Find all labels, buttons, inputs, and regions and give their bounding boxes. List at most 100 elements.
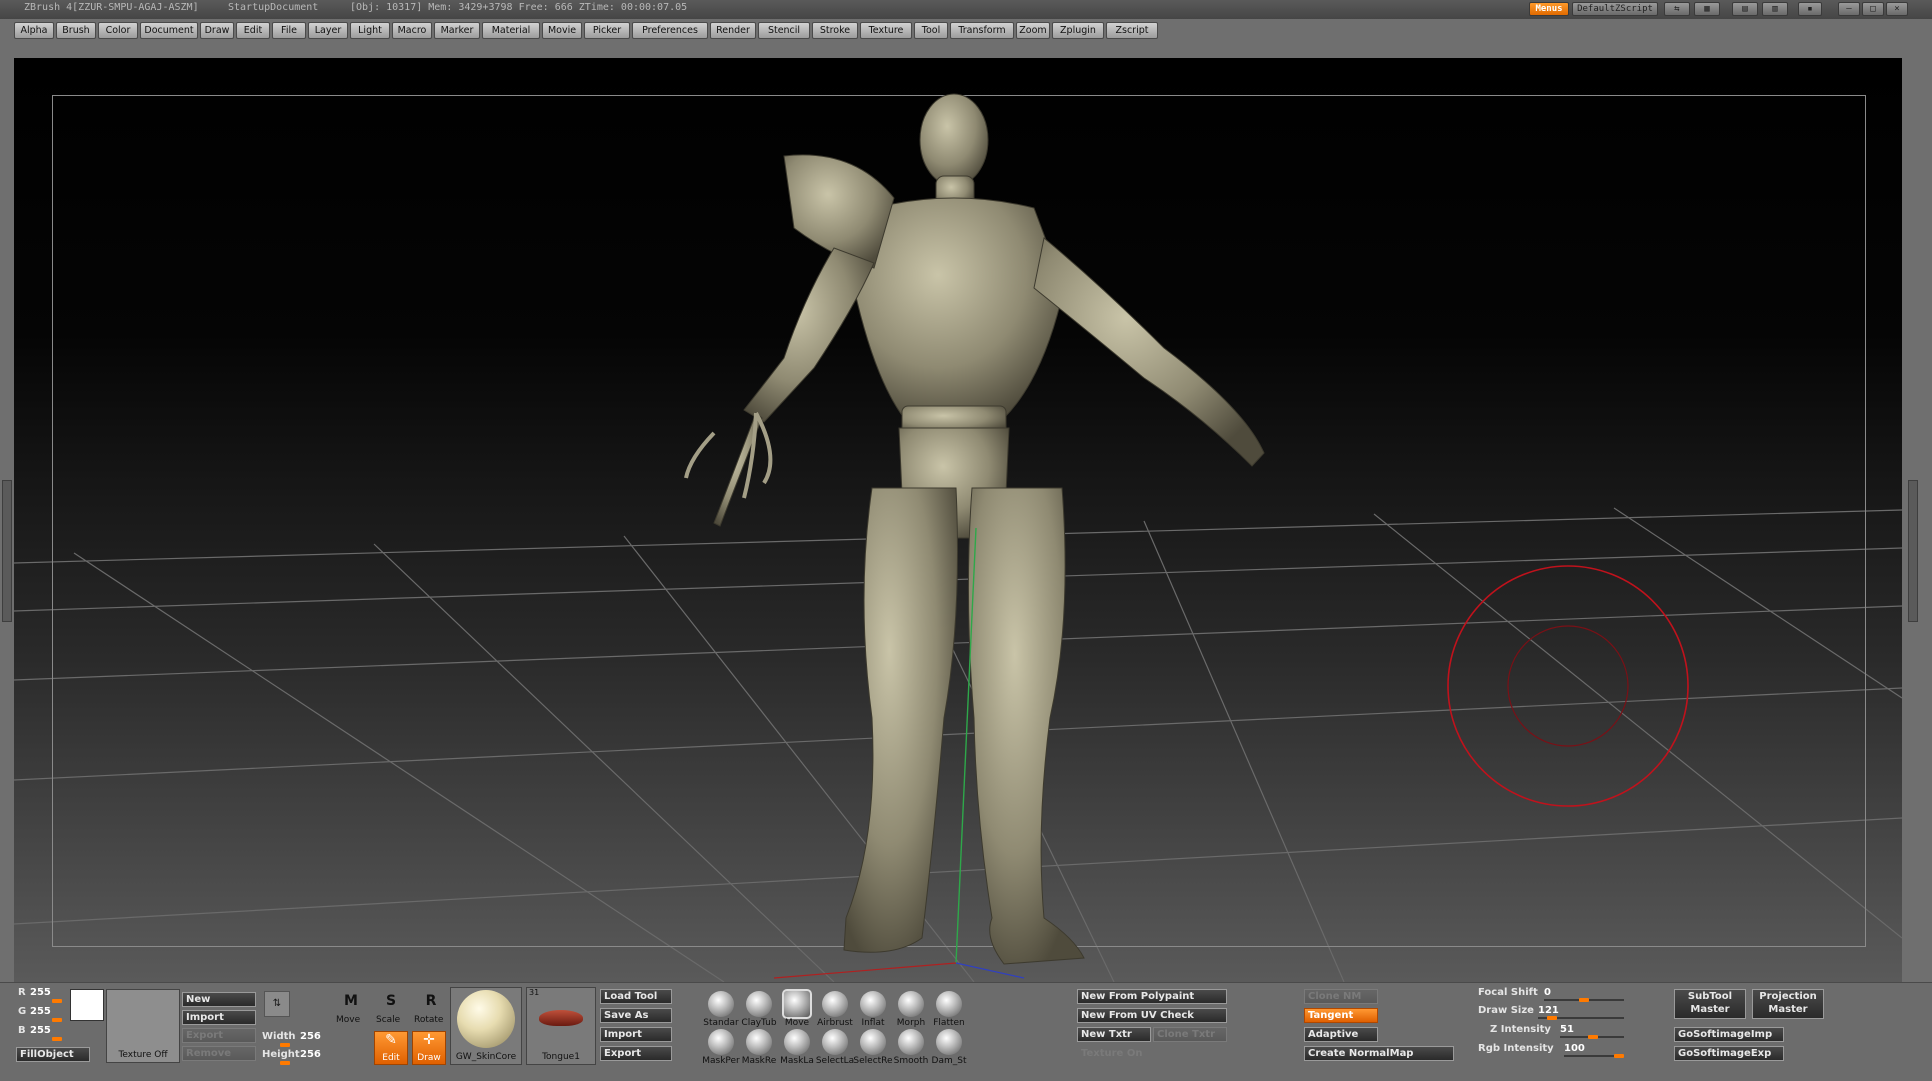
texture-on-button[interactable]: Texture On: [1077, 1046, 1151, 1061]
brush-selectla-icon[interactable]: [822, 1029, 848, 1055]
left-tray-handle[interactable]: [2, 480, 12, 622]
brush-maskre-icon[interactable]: [746, 1029, 772, 1055]
height-value[interactable]: 256: [300, 1049, 321, 1060]
r-value[interactable]: 255: [30, 987, 51, 998]
brush-morph-icon[interactable]: [898, 991, 924, 1017]
fill-object-button[interactable]: FillObject: [16, 1047, 90, 1062]
gosoftimage-exp-button[interactable]: GoSoftimageExp: [1674, 1046, 1784, 1061]
close-icon[interactable]: ×: [1886, 2, 1908, 16]
menu-preferences[interactable]: Preferences: [632, 22, 708, 39]
menu-brush[interactable]: Brush: [56, 22, 96, 39]
height-slider[interactable]: [280, 1061, 290, 1065]
tool-slot[interactable]: 31 Tongue1: [526, 987, 596, 1065]
rgb-intensity-slider[interactable]: [1614, 1054, 1624, 1058]
right-tray-handle[interactable]: [1908, 480, 1918, 622]
width-value[interactable]: 256: [300, 1031, 321, 1042]
menu-marker[interactable]: Marker: [434, 22, 480, 39]
tangent-toggle[interactable]: Tangent: [1304, 1008, 1378, 1023]
minimize-icon[interactable]: –: [1838, 2, 1860, 16]
menu-material[interactable]: Material: [482, 22, 540, 39]
edit-mode-button[interactable]: ✎ Edit: [374, 1031, 408, 1065]
flip-texture-icon[interactable]: ⇅: [264, 991, 290, 1017]
brush-claytub-icon[interactable]: [746, 991, 772, 1017]
z-intensity-slider[interactable]: [1588, 1035, 1598, 1039]
g-slider[interactable]: [52, 1018, 62, 1022]
brush-label: SelectRe: [853, 1056, 893, 1066]
save-as-button[interactable]: Save As: [600, 1008, 672, 1023]
draw-size-value[interactable]: 121: [1538, 1005, 1559, 1016]
layout-alt-icon[interactable]: ▥: [1762, 2, 1788, 16]
menus-toggle-button[interactable]: Menus: [1529, 2, 1569, 16]
menu-picker[interactable]: Picker: [584, 22, 630, 39]
material-slot[interactable]: GW_SkinCore: [450, 987, 522, 1065]
menu-draw[interactable]: Draw: [200, 22, 234, 39]
focal-shift-value[interactable]: 0: [1544, 987, 1551, 998]
menu-tool[interactable]: Tool: [914, 22, 948, 39]
menu-file[interactable]: File: [272, 22, 306, 39]
load-tool-button[interactable]: Load Tool: [600, 989, 672, 1004]
main-color-swatch[interactable]: [70, 989, 104, 1021]
menu-render[interactable]: Render: [710, 22, 756, 39]
new-from-uv-check-button[interactable]: New From UV Check: [1077, 1008, 1227, 1023]
new-txtr-button[interactable]: New Txtr: [1077, 1027, 1151, 1042]
texture-import-button[interactable]: Import: [182, 1010, 256, 1025]
width-slider[interactable]: [280, 1043, 290, 1047]
menu-zscript[interactable]: Zscript: [1106, 22, 1158, 39]
menu-movie[interactable]: Movie: [542, 22, 582, 39]
new-from-polypaint-button[interactable]: New From Polypaint: [1077, 989, 1227, 1004]
grid-icon[interactable]: ▦: [1694, 2, 1720, 16]
texture-remove-button[interactable]: Remove: [182, 1046, 256, 1061]
brush-dam-st-icon[interactable]: [936, 1029, 962, 1055]
menu-zplugin[interactable]: Zplugin: [1052, 22, 1104, 39]
texture-export-button[interactable]: Export: [182, 1028, 256, 1043]
focal-shift-slider[interactable]: [1579, 998, 1589, 1002]
sculpt-model[interactable]: [14, 58, 1902, 982]
r-slider[interactable]: [52, 999, 62, 1003]
clone-txtr-button[interactable]: Clone Txtr: [1153, 1027, 1227, 1042]
brush-smooth-icon[interactable]: [898, 1029, 924, 1055]
clone-nm-button[interactable]: Clone NM: [1304, 989, 1378, 1004]
b-value[interactable]: 255: [30, 1025, 51, 1036]
draw-size-slider[interactable]: [1547, 1016, 1557, 1020]
texture-thumbnail[interactable]: Texture Off: [106, 989, 180, 1063]
menu-zoom[interactable]: Zoom: [1016, 22, 1050, 39]
brush-move-icon[interactable]: [782, 989, 812, 1019]
document-canvas[interactable]: [14, 58, 1902, 982]
gosoftimage-imp-button[interactable]: GoSoftimageImp: [1674, 1027, 1784, 1042]
projection-master-button[interactable]: Projection Master: [1752, 989, 1824, 1019]
menu-texture[interactable]: Texture: [860, 22, 912, 39]
arrows-icon[interactable]: ⇆: [1664, 2, 1690, 16]
default-zscript-button[interactable]: DefaultZScript: [1572, 2, 1658, 16]
b-slider[interactable]: [52, 1037, 62, 1041]
brush-inflat-icon[interactable]: [860, 991, 886, 1017]
brush-flatten-icon[interactable]: [936, 991, 962, 1017]
save-icon[interactable]: ▪: [1798, 2, 1822, 16]
subtool-master-button[interactable]: SubTool Master: [1674, 989, 1746, 1019]
layout-icon[interactable]: ▤: [1732, 2, 1758, 16]
menu-stroke[interactable]: Stroke: [812, 22, 858, 39]
brush-standar-icon[interactable]: [708, 991, 734, 1017]
brush-maskla-icon[interactable]: [784, 1029, 810, 1055]
maximize-icon[interactable]: □: [1862, 2, 1884, 16]
texture-new-button[interactable]: New: [182, 992, 256, 1007]
brush-selectre-icon[interactable]: [860, 1029, 886, 1055]
menu-layer[interactable]: Layer: [308, 22, 348, 39]
menu-light[interactable]: Light: [350, 22, 390, 39]
g-value[interactable]: 255: [30, 1006, 51, 1017]
menu-color[interactable]: Color: [98, 22, 138, 39]
tool-import-button[interactable]: Import: [600, 1027, 672, 1042]
menu-edit[interactable]: Edit: [236, 22, 270, 39]
brush-airbrust-icon[interactable]: [822, 991, 848, 1017]
create-normalmap-button[interactable]: Create NormalMap: [1304, 1046, 1454, 1061]
menu-transform[interactable]: Transform: [950, 22, 1014, 39]
adaptive-toggle[interactable]: Adaptive: [1304, 1027, 1378, 1042]
menu-alpha[interactable]: Alpha: [14, 22, 54, 39]
menu-document[interactable]: Document: [140, 22, 198, 39]
tool-export-button[interactable]: Export: [600, 1046, 672, 1061]
draw-mode-button[interactable]: ✛ Draw: [412, 1031, 446, 1065]
menu-macro[interactable]: Macro: [392, 22, 432, 39]
menu-stencil[interactable]: Stencil: [758, 22, 810, 39]
z-intensity-value[interactable]: 51: [1560, 1024, 1574, 1035]
brush-maskper-icon[interactable]: [708, 1029, 734, 1055]
rgb-intensity-value[interactable]: 100: [1564, 1043, 1585, 1054]
